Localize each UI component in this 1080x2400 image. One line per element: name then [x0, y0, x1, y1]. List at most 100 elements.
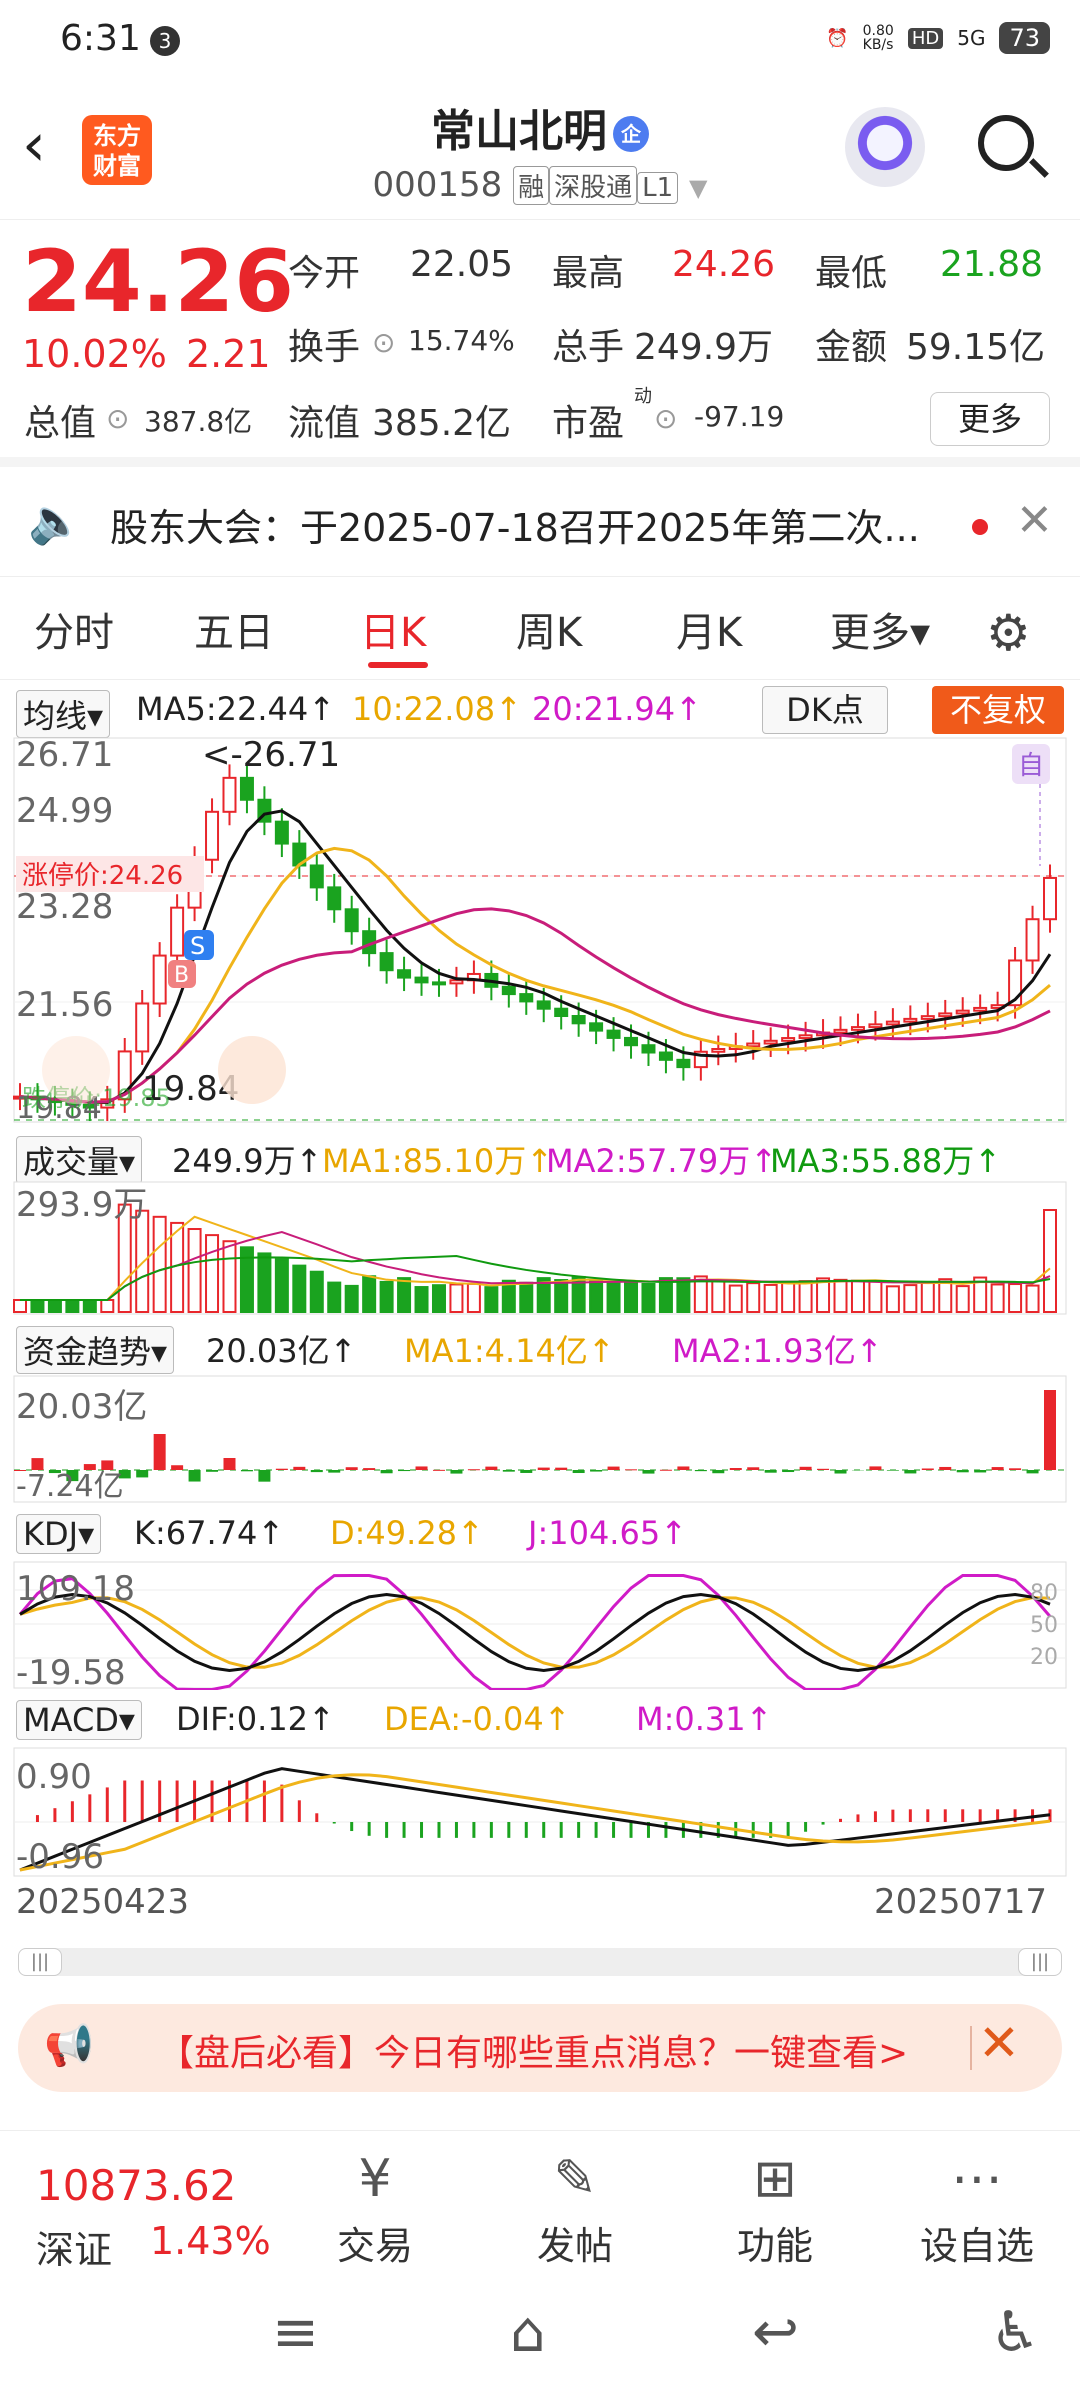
volume-bar [49, 1300, 61, 1312]
adjust-button[interactable]: 不复权 [932, 686, 1064, 734]
kdj-level-20: 20 [1030, 1645, 1058, 1670]
fund-ma1: MA1:4.14亿↑ [404, 1326, 615, 1372]
grid-icon: ⊞ [710, 2149, 840, 2215]
candle-body [852, 1027, 864, 1030]
info-icon[interactable]: ⊙ [372, 326, 395, 359]
volume-value: 249.9万 [634, 318, 773, 370]
close-icon[interactable]: ✕ [1016, 495, 1053, 546]
accessibility-icon[interactable]: ♿ [990, 2300, 1040, 2365]
fund-chart[interactable]: 20.03亿 -7.24亿 [0, 1374, 1080, 1504]
volume-selector[interactable]: 成交量▾ [16, 1136, 142, 1184]
stock-subtitle[interactable]: 000158 融深股通 L1 ▼ [0, 165, 1080, 205]
caret-down-icon: ▼ [689, 174, 707, 202]
dk-point-button[interactable]: DK点 [762, 686, 888, 734]
kline-y-tick: 26.71 [16, 736, 113, 775]
candle-body [957, 1011, 969, 1014]
home-icon[interactable]: ⌂ [510, 2300, 546, 2365]
candle-body [398, 970, 410, 977]
volume-bar [852, 1281, 864, 1312]
ma-selector[interactable]: 均线▾ [16, 690, 110, 738]
info-icon[interactable]: ⊙ [106, 402, 129, 435]
macd-chart[interactable]: 0.90 -0.96 [0, 1746, 1080, 1878]
kdj-chart[interactable]: 109.18 -19.58 80 50 20 [0, 1560, 1080, 1690]
tab-monthly-k[interactable]: 月K [676, 600, 742, 658]
back-nav-icon[interactable]: ↩ [752, 2300, 799, 2365]
macd-m: M:0.31↑ [636, 1700, 772, 1738]
volume-bar [223, 1241, 235, 1312]
scroll-handle-right[interactable]: ||| [1018, 1948, 1062, 1976]
candle-body [1027, 919, 1039, 960]
sell-point-tag[interactable]: S [190, 932, 205, 960]
promo-banner[interactable]: 📢 【盘后必看】今日有哪些重点消息？一键查看> ✕ [18, 2004, 1062, 2092]
fund-bar [974, 1470, 986, 1472]
add-watchlist-button[interactable]: ⋯ 设自选 [912, 2149, 1042, 2270]
volume-bar [608, 1284, 620, 1312]
chart-range-scrollbar[interactable]: ||| ||| [18, 1948, 1062, 1976]
index-value[interactable]: 10873.62 [36, 2161, 236, 2210]
more-button[interactable]: 更多 [930, 392, 1050, 446]
tab-weekly-k[interactable]: 周K [516, 600, 582, 658]
fund-bar [922, 1468, 934, 1470]
candle-body [206, 812, 218, 860]
volume-bar [835, 1280, 847, 1312]
index-pct[interactable]: 1.43% [150, 2219, 271, 2263]
post-button[interactable]: ✎ 发帖 [510, 2149, 640, 2270]
volume-value: 249.9万↑ [172, 1136, 322, 1182]
tab-intraday[interactable]: 分时 [34, 600, 114, 658]
volume-bar [381, 1282, 393, 1312]
low-value: 21.88 [940, 244, 1043, 285]
fund-selector[interactable]: 资金趋势▾ [16, 1326, 174, 1374]
search-icon[interactable] [978, 115, 1034, 171]
candle-body [555, 1009, 567, 1016]
macd-y-bottom: -0.96 [16, 1837, 104, 1877]
macd-selector[interactable]: MACD▾ [16, 1700, 142, 1740]
alarm-icon: ⏰ [826, 28, 848, 49]
fund-bar [328, 1470, 340, 1473]
system-nav-bar: ≡ ⌂ ↩ ♿ [0, 2270, 1080, 2400]
info-icon[interactable]: ⊙ [654, 402, 677, 435]
turnover-label: 换手 [288, 318, 360, 370]
kline-chart[interactable]: 26.71 24.99 23.28 21.56 19.84 <-26.71 19… [0, 736, 1080, 1126]
volume-bar [869, 1281, 881, 1312]
fund-value: 20.03亿↑ [206, 1326, 356, 1372]
assistant-robot-icon[interactable] [845, 107, 925, 187]
gear-icon[interactable]: ⚙ [986, 604, 1031, 662]
volume-bar [311, 1272, 323, 1312]
fund-bar [520, 1470, 532, 1473]
close-icon[interactable]: ✕ [978, 2014, 1020, 2072]
fund-bar [416, 1466, 428, 1470]
candle-body [642, 1045, 654, 1052]
candle-body [747, 1044, 759, 1047]
candle-body [887, 1022, 899, 1025]
candle-body [538, 1001, 550, 1008]
self-select-tag[interactable]: 自 [1018, 751, 1044, 781]
volume-chart[interactable]: 293.9万 [0, 1180, 1080, 1316]
volume-bar [276, 1260, 288, 1312]
candle-body [974, 1008, 986, 1011]
zoom-icon[interactable] [42, 1036, 110, 1104]
volume-bar [189, 1229, 201, 1312]
trade-button[interactable]: ¥ 交易 [310, 2149, 440, 2270]
buy-point-tag[interactable]: B [174, 963, 189, 988]
scroll-handle-left[interactable]: ||| [18, 1948, 62, 1976]
open-value: 22.05 [410, 244, 513, 285]
low-label: 最低 [815, 244, 887, 296]
kdj-d: D:49.28↑ [330, 1514, 484, 1552]
fund-bar [573, 1470, 585, 1473]
notice-bar[interactable]: 🔈 股东大会：于2025-07-18召开2025年第二次... ✕ [0, 467, 1080, 577]
volume-bar [1044, 1210, 1056, 1312]
candle-body [276, 822, 288, 844]
fund-legend: 资金趋势▾ 20.03亿↑ MA1:4.14亿↑ MA2:1.93亿↑ [0, 1320, 1080, 1370]
kdj-selector[interactable]: KDJ▾ [16, 1514, 101, 1554]
tab-more[interactable]: 更多▾ [830, 600, 930, 658]
fund-bar [695, 1470, 707, 1471]
tab-daily-k[interactable]: 日K [360, 600, 426, 658]
index-name[interactable]: 深证 [36, 2219, 112, 2274]
active-tab-indicator [368, 662, 428, 668]
expand-icon[interactable] [218, 1036, 286, 1104]
function-button[interactable]: ⊞ 功能 [710, 2149, 840, 2270]
menu-icon[interactable]: ≡ [272, 2300, 319, 2365]
fund-bar [485, 1467, 497, 1470]
candle-body [590, 1023, 602, 1030]
tab-five-day[interactable]: 五日 [194, 600, 274, 658]
